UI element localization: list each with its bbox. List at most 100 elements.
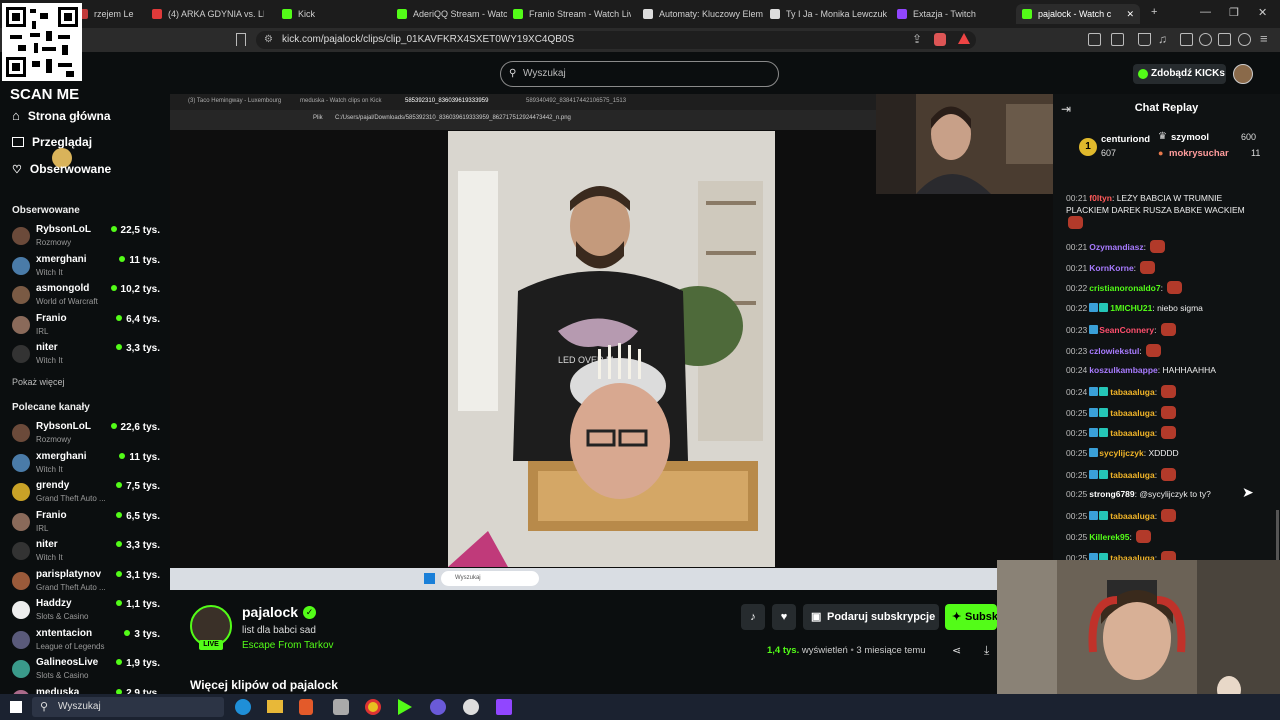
chat-username[interactable]: sycylijczyk bbox=[1099, 448, 1143, 458]
chat-username[interactable]: tabaaaluga bbox=[1110, 387, 1154, 397]
sidebar-channel[interactable]: RybsonLoL Rozmowy 22,5 tys. bbox=[12, 223, 160, 251]
tab-favicon-icon bbox=[643, 9, 653, 19]
channel-name: xmerghani bbox=[36, 253, 87, 265]
browser-tab[interactable]: Extazja - Twitch bbox=[897, 4, 1007, 24]
nav-home[interactable]: ⌂ Strona główna bbox=[12, 108, 111, 123]
user-avatar[interactable] bbox=[1233, 64, 1253, 84]
browser-tab-label: (4) ARKA GDYNIA vs. LECH bbox=[168, 9, 264, 19]
chat-username[interactable]: Ozymandiasz bbox=[1089, 242, 1143, 252]
sidebar-channel[interactable]: grendy Grand Theft Auto ... 7,5 tys. bbox=[12, 479, 160, 507]
chat-username[interactable]: strong6789 bbox=[1089, 489, 1134, 499]
address-bar[interactable]: ⚙ kick.com/pajalock/clips/clip_01KAVFKRX… bbox=[256, 31, 976, 49]
channel-name[interactable]: pajalock bbox=[242, 604, 298, 620]
sidebar-channel[interactable]: Franio IRL 6,5 tys. bbox=[12, 509, 160, 537]
sidebar-channel[interactable]: xmerghani Witch It 11 tys. bbox=[12, 450, 160, 478]
chat-separator: : bbox=[1154, 428, 1160, 439]
minimize-icon[interactable]: — bbox=[1200, 6, 1211, 18]
download-clip-icon[interactable]: ⤓ bbox=[984, 643, 989, 658]
twitch-icon[interactable] bbox=[496, 699, 512, 715]
browser-tab[interactable]: rzejem Le bbox=[78, 4, 158, 24]
sidebar-channel[interactable]: niter Witch It 3,3 tys. bbox=[12, 538, 160, 566]
chat-username[interactable]: cristianoronaldo7 bbox=[1089, 283, 1160, 293]
share-clip-icon[interactable]: ⋖ bbox=[952, 644, 961, 657]
close-tab-icon[interactable]: ✕ bbox=[1126, 9, 1134, 20]
chat-username[interactable]: 1MICHU21 bbox=[1110, 303, 1152, 313]
site-info-icon[interactable]: ⚙ bbox=[264, 31, 273, 49]
captured-taskbar-search: Wyszukaj bbox=[441, 571, 539, 586]
chat-username[interactable]: tabaaaluga bbox=[1110, 470, 1154, 480]
chat-username[interactable]: tabaaaluga bbox=[1110, 408, 1154, 418]
chat-username[interactable]: czlowiekstul bbox=[1089, 346, 1139, 356]
channel-name: asmongold bbox=[36, 283, 90, 294]
browser-tab[interactable]: AderiQQ Stream - Watch L bbox=[397, 4, 507, 24]
media-icon[interactable]: ♫ bbox=[1158, 32, 1167, 46]
nav-browse[interactable]: Przeglądaj bbox=[12, 135, 92, 149]
subscribe-button[interactable]: ✦ Subsk bbox=[945, 604, 997, 630]
profile-icon[interactable] bbox=[1238, 33, 1251, 46]
chat-username[interactable]: tabaaaluga bbox=[1110, 428, 1154, 438]
get-kicks-label: Zdobądź KICKs bbox=[1151, 68, 1225, 79]
chrome-icon[interactable] bbox=[365, 699, 381, 715]
sidebar-channel[interactable]: xntentacion League of Legends 3 tys. bbox=[12, 627, 160, 655]
nav-following[interactable]: ♡ Obserwowane bbox=[12, 162, 111, 176]
app-icon[interactable] bbox=[333, 699, 349, 715]
browser-tab[interactable]: Ty I Ja - Monika Lewczuk bbox=[770, 4, 890, 24]
gifter-badge-icon bbox=[1099, 386, 1109, 396]
sidebar-channel[interactable]: GalineosLive Slots & Casino 1,9 tys. bbox=[12, 656, 160, 684]
kick-icon[interactable] bbox=[398, 699, 412, 715]
close-window-icon[interactable]: ✕ bbox=[1258, 6, 1267, 19]
clip-category[interactable]: Escape From Tarkov bbox=[242, 640, 334, 651]
download-icon[interactable] bbox=[1138, 33, 1151, 46]
brave-taskbar-icon[interactable] bbox=[299, 699, 313, 715]
chat-username[interactable]: SeanConnery bbox=[1099, 325, 1154, 335]
crown-icon: ♛ bbox=[1158, 131, 1167, 142]
discord-icon[interactable] bbox=[430, 699, 446, 715]
new-tab-button[interactable]: + bbox=[1151, 6, 1157, 18]
menu-icon[interactable]: ≡ bbox=[1260, 31, 1268, 46]
chat-username[interactable]: KornKorne bbox=[1089, 263, 1133, 273]
steam-icon[interactable] bbox=[463, 699, 479, 715]
chat-scrollbar[interactable] bbox=[1276, 510, 1279, 560]
chat-username[interactable]: Killerek95 bbox=[1089, 532, 1129, 542]
browser-tab[interactable]: Franio Stream - Watch Liv bbox=[513, 4, 631, 24]
chat-username[interactable]: tabaaaluga bbox=[1110, 511, 1154, 521]
channel-category: Witch It bbox=[36, 553, 63, 562]
browser-tab[interactable]: pajalock - Watch c ✕ bbox=[1016, 4, 1140, 24]
brave-rewards-icon[interactable] bbox=[958, 33, 970, 44]
sidebar-channel[interactable]: xmerghani Witch It 11 tys. bbox=[12, 253, 160, 281]
chat-username[interactable]: f0ltyn bbox=[1089, 193, 1112, 203]
taskbar-search[interactable]: ⚲ Wyszukaj bbox=[32, 697, 224, 717]
sidebar-toggle-icon[interactable] bbox=[1180, 33, 1193, 46]
wallet-icon[interactable] bbox=[1199, 33, 1212, 46]
bookmark-icon[interactable] bbox=[236, 33, 246, 46]
extensions-icon[interactable] bbox=[1088, 33, 1101, 46]
chat-username[interactable]: tabaaaluga bbox=[1110, 553, 1154, 561]
sidebar-channel[interactable]: Haddzy Slots & Casino 1,1 tys. bbox=[12, 597, 160, 625]
explorer-icon[interactable] bbox=[267, 700, 283, 713]
notification-bell-button[interactable]: ♪ bbox=[741, 604, 765, 630]
sidebar-channel[interactable]: parisplatynov Grand Theft Auto ... 3,1 tys… bbox=[12, 568, 160, 596]
browser-tab[interactable]: Automaty: Kluczowy Elem bbox=[643, 4, 763, 24]
follow-heart-button[interactable]: ♥ bbox=[772, 604, 796, 630]
browser-tab[interactable]: (4) ARKA GDYNIA vs. LECH bbox=[152, 4, 264, 24]
windows-start-icon[interactable] bbox=[10, 701, 22, 713]
browser-tab[interactable]: Kick bbox=[282, 4, 382, 24]
chat-username[interactable]: koszulkambappe bbox=[1089, 365, 1158, 375]
vpn-icon[interactable] bbox=[1218, 33, 1231, 46]
restore-icon[interactable]: ❐ bbox=[1229, 6, 1239, 19]
show-more-link[interactable]: Pokaż więcej bbox=[12, 377, 65, 387]
video-player[interactable]: (3) Taco Hemingway - Luxembourg meduska … bbox=[170, 94, 1053, 590]
edge-icon[interactable] bbox=[235, 699, 251, 715]
sidebar-channel[interactable]: asmongold World of Warcraft 10,2 tys. bbox=[12, 282, 160, 310]
search-input[interactable]: ⚲ Wyszukaj bbox=[500, 61, 779, 87]
get-kicks-button[interactable]: Zdobądź KICKs bbox=[1133, 64, 1226, 84]
sidebar-channel[interactable]: Franio IRL 6,4 tys. bbox=[12, 312, 160, 340]
sidebar-channel[interactable]: niter Witch It 3,3 tys. bbox=[12, 341, 160, 369]
channel-name: Franio bbox=[36, 312, 67, 324]
brave-shield-icon[interactable] bbox=[934, 33, 946, 46]
sidebar-channel[interactable]: RybsonLoL Rozmowy 22,6 tys. bbox=[12, 420, 160, 448]
gift-subscription-button[interactable]: ▣ Podaruj subskrypcje bbox=[803, 604, 939, 630]
share-icon[interactable]: ⇪ bbox=[912, 32, 922, 46]
chat-timestamp: 00:25 bbox=[1066, 448, 1088, 458]
screenshot-icon[interactable] bbox=[1111, 33, 1124, 46]
